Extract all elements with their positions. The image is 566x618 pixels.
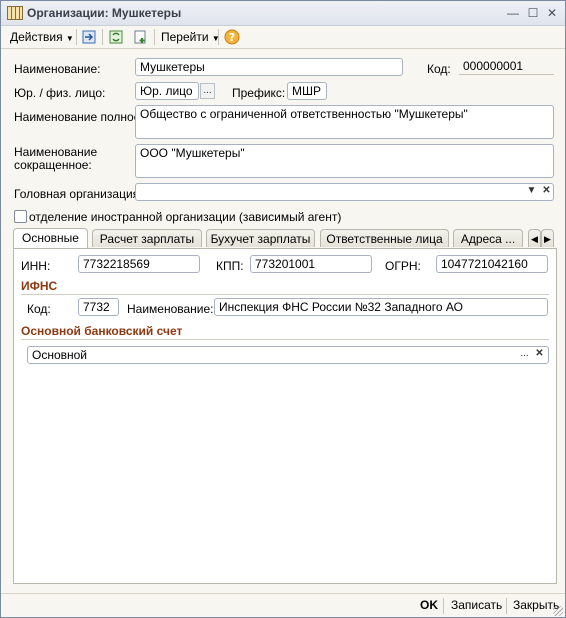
full-name-input[interactable]: Общество с ограниченной ответственностью… [135,105,554,139]
ifns-code-label: Код: [27,302,51,316]
move-to-group-icon[interactable] [81,29,97,45]
clear-icon[interactable]: ✕ [532,347,547,363]
entity-type-select-button[interactable]: ... [200,83,215,99]
inn-input[interactable]: 7732218569 [78,255,200,273]
name-label: Наименование: [14,62,101,76]
footer-bar: OK Записать Закрыть [1,593,565,618]
ifns-section-divider [21,294,549,295]
inn-label: ИНН: [21,259,51,273]
full-name-label: Наименование полное: [14,110,144,124]
code-value: 000000001 [459,57,554,75]
organization-window: Организации: Мушкетеры — ☐ ✕ Действия ▼ … [0,0,566,618]
toolbar-separator [76,29,77,45]
entity-type-field[interactable]: Юр. лицо [135,82,199,100]
ok-button[interactable]: OK [420,598,438,612]
kpp-label: КПП: [216,259,244,273]
short-name-label: Наименование сокращенное: [14,146,97,172]
svg-text:?: ? [229,31,235,44]
ogrn-input[interactable]: 1047721042160 [436,255,548,273]
parent-org-label: Головная организация: [14,187,143,201]
bank-account-section-title: Основной банковский счет [21,324,183,338]
prefix-input[interactable]: МШР [287,82,327,100]
window-title: Организации: Мушкетеры [27,6,182,20]
actions-label: Действия [10,30,63,44]
add-copy-icon[interactable] [132,29,148,45]
short-name-label-line2: сокращенное: [14,158,92,172]
tab-payroll[interactable]: Расчет зарплаты [92,229,202,247]
actions-menu[interactable]: Действия ▼ [10,29,74,45]
entity-type-label: Юр. / физ. лицо: [14,86,106,100]
minimize-icon[interactable]: — [505,5,521,21]
title-bar: Организации: Мушкетеры — ☐ ✕ [1,1,565,26]
toolbar-separator [154,29,155,45]
tab-main[interactable]: Основные [13,228,88,248]
foreign-branch-checkbox[interactable] [14,210,27,223]
ifns-section-title: ИФНС [21,279,58,293]
toolbar: Действия ▼ Перейти ▼ ? [1,26,565,49]
goto-label: Перейти [161,30,209,44]
ifns-name-input[interactable]: Инспекция ФНС России №32 Западного АО [214,298,548,316]
code-label: Код: [427,62,451,76]
foreign-branch-label: отделение иностранной организации (завис… [29,210,342,224]
resize-grip-icon[interactable] [553,606,563,616]
prefix-label: Префикс: [232,86,286,100]
dropdown-arrow-icon[interactable]: ▼ [524,184,539,200]
ifns-code-input[interactable]: 7732 [78,298,119,316]
short-name-input[interactable]: ООО "Мушкетеры" [135,144,554,178]
kpp-input[interactable]: 773201001 [250,255,372,273]
tab-responsible-persons[interactable]: Ответственные лица [320,229,449,247]
save-button[interactable]: Записать [451,598,502,612]
ogrn-label: ОГРН: [385,259,421,273]
tab-strip: Основные Расчет зарплаты Бухучет зарплат… [13,228,555,249]
help-icon[interactable]: ? [224,29,240,45]
maximize-icon[interactable]: ☐ [525,5,541,21]
parent-org-input[interactable] [135,183,554,201]
close-window-icon[interactable]: ✕ [544,5,560,21]
bank-section-divider [21,339,549,340]
goto-menu[interactable]: Перейти ▼ [161,29,220,45]
catalog-icon [7,6,23,20]
footer-separator [443,598,444,614]
toolbar-separator [102,29,103,45]
bank-account-input[interactable]: Основной [27,346,549,364]
tab-panel-main: ИНН: 7732218569 КПП: 773201001 ОГРН: 104… [13,248,557,584]
refresh-icon[interactable] [108,29,124,45]
tab-payroll-accounting[interactable]: Бухучет зарплаты [206,229,315,247]
dropdown-arrow-icon: ▼ [65,34,74,43]
tab-scroll-right-icon[interactable]: ▶ [541,229,554,247]
name-input[interactable]: Мушкетеры [135,58,403,76]
footer-separator [506,598,507,614]
clear-icon[interactable]: ✕ [539,184,554,200]
toolbar-separator [218,29,219,45]
tab-addresses[interactable]: Адреса ... [453,229,523,247]
tab-scroll-left-icon[interactable]: ◀ [528,229,541,247]
ifns-name-label: Наименование: [127,302,214,316]
bank-account-select-button[interactable]: ... [517,347,532,363]
